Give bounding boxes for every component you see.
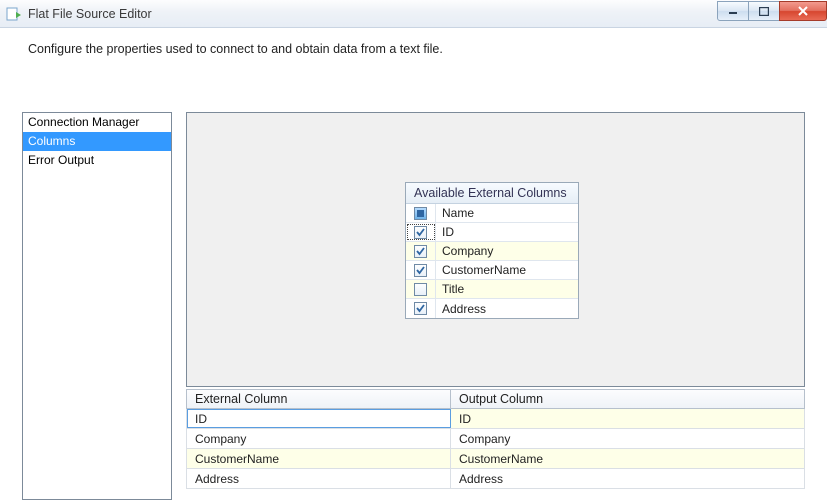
mapping-canvas: Available External Columns Name ID [186, 112, 805, 387]
app-icon [6, 6, 22, 22]
output-cell[interactable]: Address [451, 469, 805, 488]
select-all-checkbox[interactable] [406, 204, 436, 222]
mapping-row[interactable]: Address Address [187, 469, 805, 489]
available-row[interactable]: CustomerName [406, 261, 578, 280]
content-area: Connection Manager Columns Error Output … [22, 112, 805, 500]
output-cell[interactable]: ID [451, 409, 805, 428]
row-label: ID [436, 223, 578, 241]
row-label: CustomerName [436, 261, 578, 279]
mapping-row[interactable]: CustomerName CustomerName [187, 449, 805, 469]
output-cell[interactable]: Company [451, 429, 805, 448]
available-row[interactable]: Title [406, 280, 578, 299]
row-checkbox[interactable] [406, 299, 436, 318]
available-row[interactable]: Address [406, 299, 578, 318]
external-cell[interactable]: ID [187, 409, 451, 428]
titlebar: Flat File Source Editor [0, 0, 827, 28]
output-cell[interactable]: CustomerName [451, 449, 805, 468]
external-cell[interactable]: Address [187, 469, 451, 488]
sidebar-item-connection-manager[interactable]: Connection Manager [23, 113, 171, 132]
available-row[interactable]: Company [406, 242, 578, 261]
available-row[interactable]: ID [406, 223, 578, 242]
window-controls [718, 1, 827, 21]
row-checkbox[interactable] [406, 261, 436, 279]
category-list: Connection Manager Columns Error Output [22, 112, 172, 500]
mapping-row[interactable]: Company Company [187, 429, 805, 449]
row-label: Title [436, 280, 578, 298]
maximize-button[interactable] [748, 1, 780, 21]
mapping-table: External Column Output Column ID ID Comp… [186, 389, 805, 489]
external-cell[interactable]: CustomerName [187, 449, 451, 468]
row-label: Address [436, 299, 578, 318]
row-label: Company [436, 242, 578, 260]
sidebar-item-error-output[interactable]: Error Output [23, 151, 171, 170]
available-columns-header-row: Name [406, 204, 578, 223]
minimize-button[interactable] [717, 1, 749, 21]
page-description: Configure the properties used to connect… [0, 28, 827, 66]
sidebar-item-columns[interactable]: Columns [23, 132, 171, 151]
mapping-table-body: ID ID Company Company CustomerName Custo… [186, 409, 805, 489]
window-title: Flat File Source Editor [28, 7, 152, 21]
mapping-row[interactable]: ID ID [187, 409, 805, 429]
mapping-table-header: External Column Output Column [186, 389, 805, 409]
row-checkbox[interactable] [406, 280, 436, 298]
available-columns-panel: Available External Columns Name ID [405, 182, 579, 319]
close-button[interactable] [779, 1, 827, 21]
available-columns-title: Available External Columns [406, 183, 578, 204]
row-checkbox[interactable] [406, 223, 436, 241]
output-column-header[interactable]: Output Column [450, 389, 805, 409]
external-cell[interactable]: Company [187, 429, 451, 448]
external-column-header[interactable]: External Column [186, 389, 450, 409]
row-checkbox[interactable] [406, 242, 436, 260]
main-area: Available External Columns Name ID [186, 112, 805, 500]
name-column-header[interactable]: Name [436, 204, 578, 222]
